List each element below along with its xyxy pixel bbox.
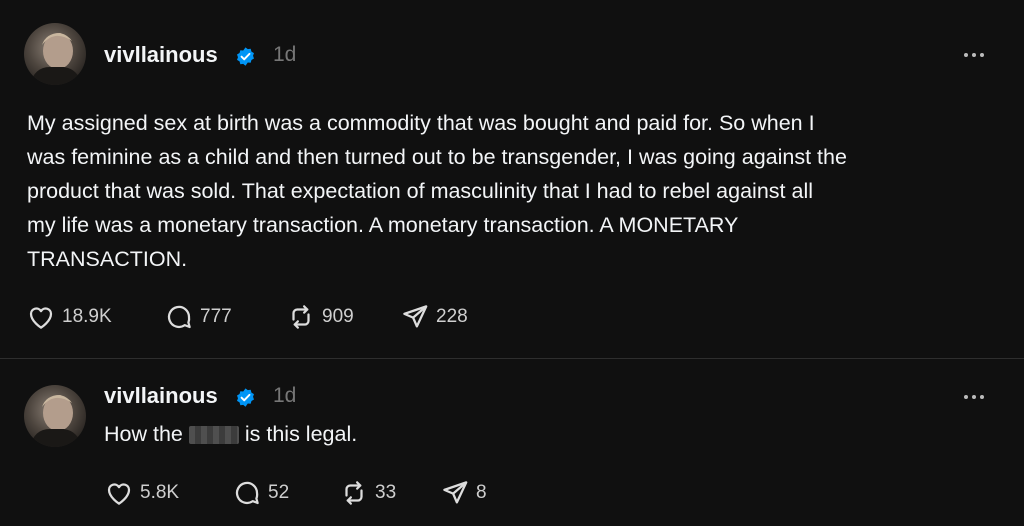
- verified-icon: [237, 47, 254, 66]
- repost-count: 909: [322, 306, 354, 327]
- thread-post: vivllainous 1d My assigned sex at birth …: [0, 0, 1024, 358]
- share-count: 228: [436, 306, 468, 327]
- reply-count: 777: [200, 306, 232, 327]
- reply-button[interactable]: 52: [232, 478, 339, 508]
- reply-count: 52: [268, 482, 290, 503]
- like-button[interactable]: 5.8K: [104, 478, 232, 508]
- action-bar: 5.8K 52 33 8: [104, 478, 487, 508]
- more-icon[interactable]: [962, 51, 986, 59]
- heart-icon: [107, 483, 131, 505]
- verified-icon: [237, 388, 254, 407]
- action-bar: 18.9K 777 909 228: [26, 302, 468, 332]
- like-button[interactable]: 18.9K: [26, 302, 164, 332]
- share-button[interactable]: 228: [400, 302, 468, 332]
- post-text: My assigned sex at birth was a commodity…: [27, 111, 847, 271]
- repost-button[interactable]: 909: [286, 302, 400, 332]
- avatar[interactable]: [24, 385, 86, 447]
- reply-button[interactable]: 777: [164, 302, 286, 332]
- post-text: How the is this legal.: [104, 422, 357, 447]
- share-icon: [443, 481, 468, 504]
- post-timestamp: 1d: [273, 43, 297, 66]
- post-timestamp: 1d: [273, 384, 297, 407]
- like-count: 18.9K: [62, 306, 112, 327]
- username[interactable]: vivllainous: [104, 42, 218, 68]
- avatar[interactable]: [24, 23, 86, 85]
- like-count: 5.8K: [140, 482, 180, 503]
- share-icon: [403, 305, 428, 328]
- comment-icon: [167, 305, 191, 329]
- repost-count: 33: [375, 482, 397, 503]
- share-count: 8: [476, 482, 487, 503]
- username[interactable]: vivllainous: [104, 383, 218, 409]
- share-button[interactable]: 8: [440, 478, 487, 508]
- repost-icon: [292, 305, 310, 329]
- censored-word: [188, 425, 239, 444]
- thread-post: vivllainous 1d How the is this legal. 5.…: [0, 359, 1024, 526]
- comment-icon: [235, 481, 259, 505]
- heart-icon: [29, 307, 53, 329]
- post-text-before: How the: [104, 422, 183, 446]
- repost-button[interactable]: 33: [339, 478, 440, 508]
- post-text-after: is this legal.: [244, 422, 358, 446]
- repost-icon: [345, 481, 363, 505]
- more-icon[interactable]: [962, 393, 986, 401]
